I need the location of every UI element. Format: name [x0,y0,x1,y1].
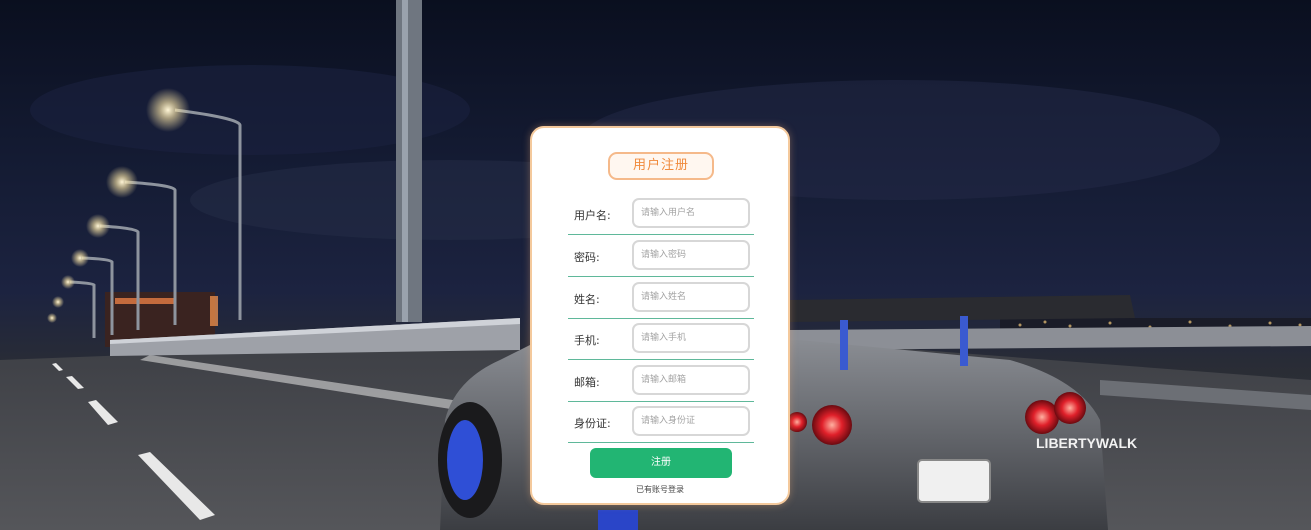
username-input[interactable] [632,198,750,228]
phone-divider [568,359,754,360]
phone-input[interactable] [632,323,750,353]
login-link[interactable]: 已有账号登录 [532,484,788,495]
register-title: 用户注册 [608,152,714,180]
password-label: 密码: [574,251,600,264]
id-card-label: 身份证: [574,417,611,430]
name-divider [568,318,754,319]
email-label: 邮箱: [574,376,600,389]
register-button[interactable]: 注册 [590,448,732,478]
id-card-divider [568,442,754,443]
registration-page: LIBERTYWALK 用户注册 用户名: 密码: 姓名: 手机: 邮箱: [0,0,1311,530]
name-row: 姓名: [566,280,754,322]
password-row: 密码: [566,238,754,280]
name-input[interactable] [632,282,750,312]
car-brand-text: LIBERTYWALK [1036,435,1137,451]
id-card-row: 身份证: [566,404,754,446]
id-card-input[interactable] [632,406,750,436]
email-divider [568,401,754,402]
register-card: 用户注册 用户名: 密码: 姓名: 手机: 邮箱: 身份证: [530,126,790,505]
email-row: 邮箱: [566,363,754,405]
username-label: 用户名: [574,209,611,222]
password-input[interactable] [632,240,750,270]
name-label: 姓名: [574,293,600,306]
password-divider [568,276,754,277]
username-divider [568,234,754,235]
phone-label: 手机: [574,334,600,347]
email-input[interactable] [632,365,750,395]
username-row: 用户名: [566,196,754,238]
phone-row: 手机: [566,321,754,363]
